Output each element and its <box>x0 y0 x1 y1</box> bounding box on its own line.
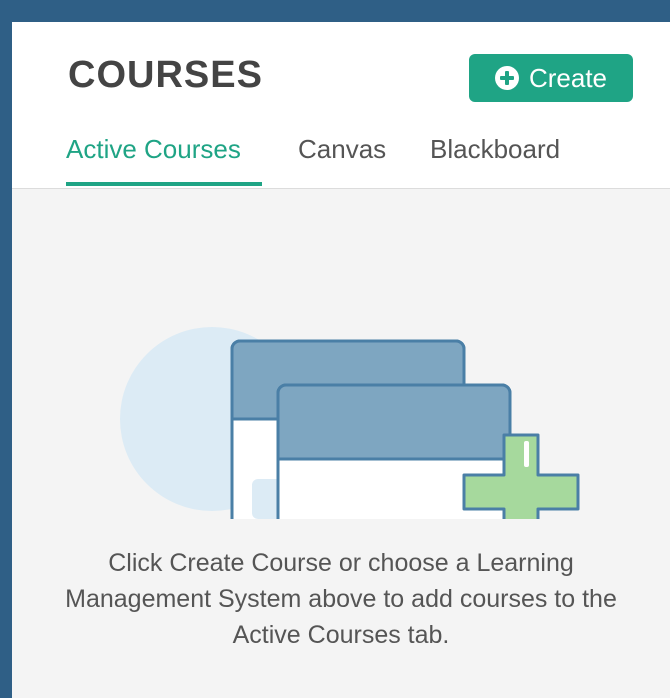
page-title: COURSES <box>68 54 263 96</box>
course-windows-add-icon <box>120 327 580 519</box>
empty-state: Click Create Course or choose a Learning… <box>12 189 670 698</box>
plus-circle-icon <box>494 66 519 90</box>
courses-panel: COURSES Create Active Courses Canvas Bla… <box>12 22 670 698</box>
window-top-border <box>0 0 670 22</box>
create-button[interactable]: Create <box>469 54 633 102</box>
tab-canvas[interactable]: Canvas <box>298 134 386 177</box>
create-button-label: Create <box>528 62 608 93</box>
active-tab-indicator <box>66 182 262 186</box>
empty-state-message: Click Create Course or choose a Learning… <box>65 549 617 649</box>
window-left-border <box>0 0 12 698</box>
courses-header: COURSES Create Active Courses Canvas Bla… <box>12 22 670 189</box>
tab-blackboard[interactable]: Blackboard <box>430 134 560 177</box>
tab-active-courses[interactable]: Active Courses <box>66 134 241 177</box>
